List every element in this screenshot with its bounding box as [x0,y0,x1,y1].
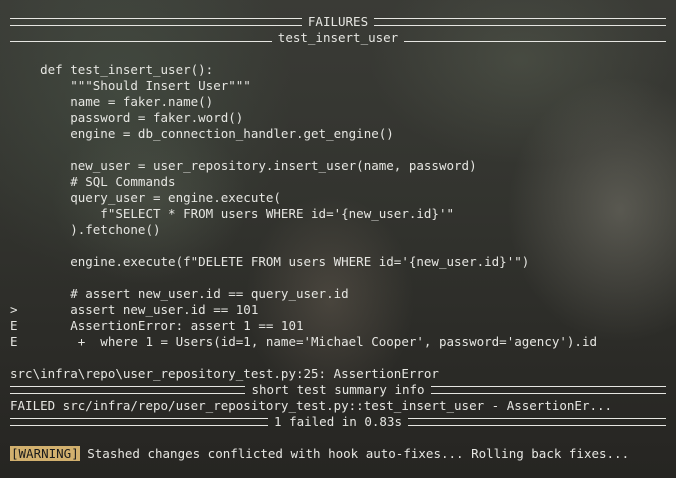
test-name-header-label: test_insert_user [277,30,399,45]
failed-test-line: FAILED src/infra/repo/user_repository_te… [10,398,613,413]
summary-header: short test summary info [0,382,676,398]
code-line: name = faker.name() [10,94,214,109]
code-line: # assert new_user.id == query_user.id [10,286,349,301]
header-rule-left [10,386,246,394]
code-line: """Should Insert User""" [10,78,251,93]
summary-header-label: short test summary info [251,382,425,397]
header-rule-right [407,418,666,426]
header-rule-right [374,18,666,26]
code-line: # SQL Commands [10,174,176,189]
failures-header: FAILURES [0,14,676,30]
warning-badge: [WARNING] [10,446,80,461]
failures-header-label: FAILURES [307,14,369,29]
test-name-header: test_insert_user [0,30,676,46]
code-line: password = faker.word() [10,110,244,125]
code-line: f"SELECT * FROM users WHERE id='{new_use… [10,206,455,221]
result-header: 1 failed in 0.83s [0,414,676,430]
header-rule-right [430,386,666,394]
header-rule-left [10,18,302,26]
warning-line: [WARNING] Stashed changes conflicted wit… [0,446,676,462]
code-line: engine.execute(f"DELETE FROM users WHERE… [10,254,530,269]
error-line: E AssertionError: assert 1 == 101 [10,318,304,333]
warning-message: Stashed changes conflicted with hook aut… [79,446,630,461]
header-rule-left [10,418,269,426]
terminal-window[interactable]: FAILURES test_insert_user def test_inser… [0,0,676,478]
code-line: query_user = engine.execute( [10,190,281,205]
code-line: new_user = user_repository.insert_user(n… [10,158,477,173]
result-header-label: 1 failed in 0.83s [274,414,402,429]
error-detail-line: E + where 1 = Users(id=1, name='Michael … [10,334,597,349]
error-location-line: src\infra\repo\user_repository_test.py:2… [10,366,439,381]
code-line: ).fetchone() [10,222,161,237]
failing-assert-line: > assert new_user.id == 101 [10,302,259,317]
header-rule-right [404,34,667,42]
code-line: def test_insert_user(): [10,62,214,77]
code-line: engine = db_connection_handler.get_engin… [10,126,394,141]
header-rule-left [10,34,272,42]
